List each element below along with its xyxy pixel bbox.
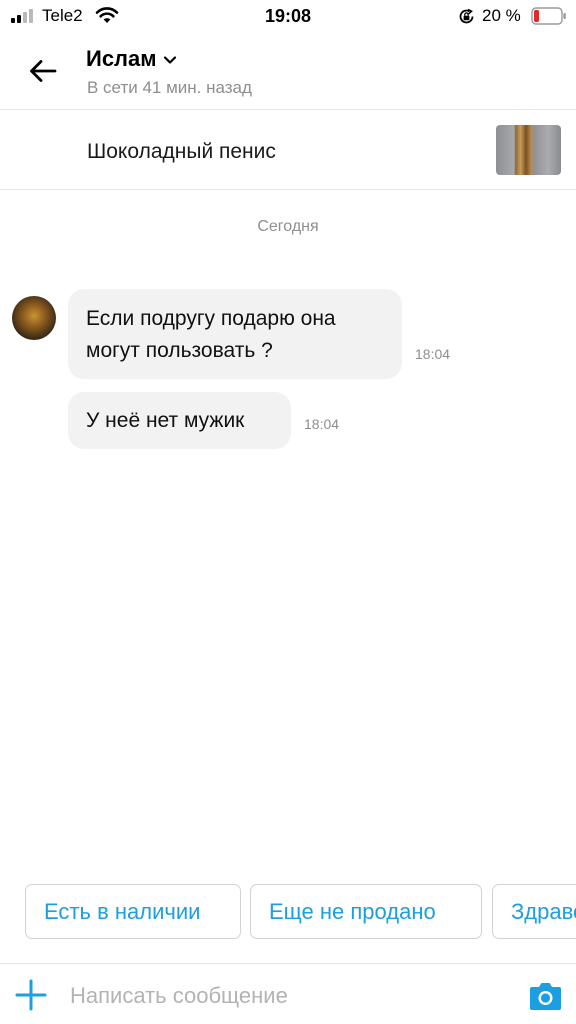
- product-thumbnail[interactable]: [496, 125, 561, 175]
- product-title[interactable]: Шоколадный пенис: [87, 140, 276, 164]
- camera-icon[interactable]: [529, 981, 562, 1011]
- quick-replies: Есть в наличии Еще не продано Здравс: [0, 884, 576, 940]
- back-button[interactable]: [22, 50, 64, 92]
- message-text: У неё нет мужик: [86, 409, 245, 432]
- battery-percent: 20 %: [482, 6, 521, 25]
- orientation-lock-icon: [459, 8, 474, 24]
- plus-icon[interactable]: [14, 978, 48, 1012]
- quick-reply-hello[interactable]: Здравс: [492, 884, 576, 939]
- message-time: 18:04: [304, 416, 340, 432]
- avatar[interactable]: [12, 296, 56, 340]
- quick-reply-not-sold[interactable]: Еще не продано: [250, 884, 482, 939]
- contact-status: В сети 41 мин. назад: [87, 78, 252, 97]
- contact-name-dropdown[interactable]: Ислам: [86, 46, 177, 72]
- message-text: Если подругу подарю она могут пользовать…: [86, 307, 336, 362]
- quick-reply-in-stock[interactable]: Есть в наличии: [25, 884, 241, 939]
- back-arrow-icon: [30, 60, 57, 82]
- date-divider: Сегодня: [257, 218, 319, 235]
- message-input[interactable]: [70, 980, 500, 1012]
- contact-name: Ислам: [86, 46, 157, 71]
- chevron-down-icon: [163, 56, 176, 64]
- status-bar: Tele2 19:08 20 %: [0, 0, 576, 34]
- product-bar[interactable]: Шоколадный пенис: [0, 111, 576, 190]
- battery-icon: [531, 7, 566, 25]
- message-bubble[interactable]: У неё нет мужик: [68, 392, 291, 449]
- chat-header: Ислам В сети 41 мин. назад: [0, 34, 576, 110]
- message-composer: [0, 963, 576, 1024]
- message-bubble[interactable]: Если подругу подарю она могут пользовать…: [68, 289, 402, 379]
- message-time: 18:04: [415, 346, 451, 362]
